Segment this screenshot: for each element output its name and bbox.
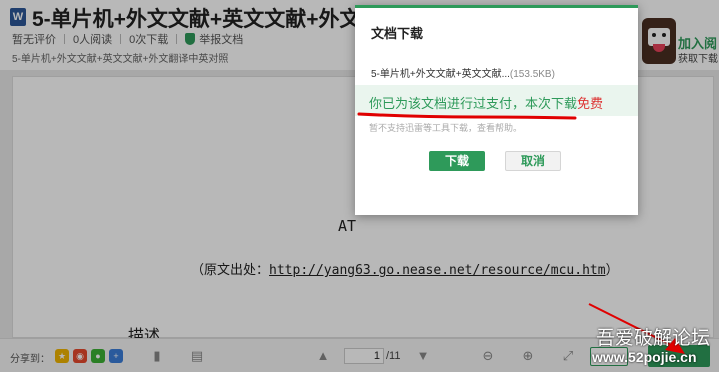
download-dialog: 文档下载 5-单片机+外文文献+英文文献...(153.5KB) 你已为该文档进… [355, 5, 638, 215]
download-button[interactable]: 下载 [429, 151, 485, 171]
file-size: (153.5KB) [509, 69, 555, 80]
download-notice: 暂不支持迅雷等工具下载，查看帮助。 [369, 123, 523, 133]
file-name: 5-单片机+外文文献+英文文献... [371, 69, 510, 80]
red-underline-annotation [357, 112, 577, 120]
paid-message: 你已为该文档进行过支付，本次下载 [369, 96, 578, 111]
watermark-url: www.52pojie.cn [592, 349, 697, 365]
watermark-title: 吾爱破解论坛 [596, 328, 711, 349]
file-info: 5-单片机+外文文献+英文文献...(153.5KB) [371, 65, 555, 80]
dialog-title: 文档下载 [371, 26, 424, 41]
payment-status-text: 你已为该文档进行过支付，本次下载免费 [369, 93, 603, 112]
free-label: 免费 [577, 96, 604, 111]
cancel-button[interactable]: 取消 [505, 151, 561, 171]
